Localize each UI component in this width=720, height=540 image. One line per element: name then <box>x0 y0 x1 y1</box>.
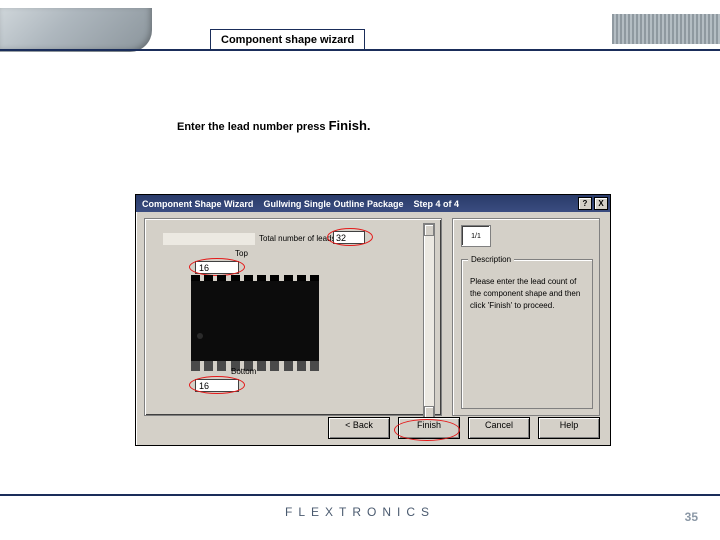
slide-title-tab: Component shape wizard <box>210 29 365 50</box>
description-text: Please enter the lead count of the compo… <box>470 276 586 312</box>
back-button[interactable]: < Back <box>328 417 390 439</box>
right-panel: 1/1 Description Please enter the lead co… <box>452 218 600 416</box>
footer-rule <box>0 494 720 496</box>
panel-stripe <box>163 233 255 245</box>
total-leads-label: Total number of leads <box>259 234 336 243</box>
highlight-total-leads <box>327 228 373 246</box>
dialog-title-subtype: Gullwing Single Outline Package <box>253 199 403 209</box>
page-number: 35 <box>685 510 698 524</box>
dialog-close-button[interactable]: X <box>594 197 608 210</box>
dialog-titlebar: Component Shape Wizard Gullwing Single O… <box>136 195 610 212</box>
highlight-top <box>189 258 245 276</box>
preview-thumbnail: 1/1 <box>461 225 491 247</box>
dialog-body: Total number of leads 32 Top 16 Bottom 1… <box>136 212 610 445</box>
instruction-action: Finish. <box>329 118 371 133</box>
help-button[interactable]: Help <box>538 417 600 439</box>
main-panel: Total number of leads 32 Top 16 Bottom 1… <box>144 218 442 416</box>
top-label: Top <box>235 249 248 258</box>
dialog-title-main: Component Shape Wizard <box>136 199 253 209</box>
instruction-pre: Enter the lead number press <box>177 121 329 133</box>
highlight-bottom <box>189 376 245 394</box>
cancel-button[interactable]: Cancel <box>468 417 530 439</box>
chip-body <box>191 281 319 361</box>
chip-pin1-dot <box>197 333 203 339</box>
header-stripe <box>612 14 720 44</box>
panel-scrollbar[interactable] <box>423 223 435 419</box>
header-device-image <box>0 8 152 52</box>
description-label: Description <box>468 255 514 264</box>
description-frame: Description Please enter the lead count … <box>461 259 593 409</box>
bottom-label: Bottom <box>231 367 256 376</box>
dialog-button-row: < Back Finish Cancel Help <box>136 417 610 439</box>
dialog-help-button[interactable]: ? <box>578 197 592 210</box>
highlight-finish <box>394 419 460 441</box>
footer-brand: FLEXTRONICS <box>0 505 720 519</box>
dialog-title-step: Step 4 of 4 <box>403 199 459 209</box>
component-shape-wizard-dialog: Component Shape Wizard Gullwing Single O… <box>135 194 611 446</box>
scroll-up-button[interactable] <box>424 224 434 236</box>
instruction-text: Enter the lead number press Finish. <box>177 118 371 133</box>
